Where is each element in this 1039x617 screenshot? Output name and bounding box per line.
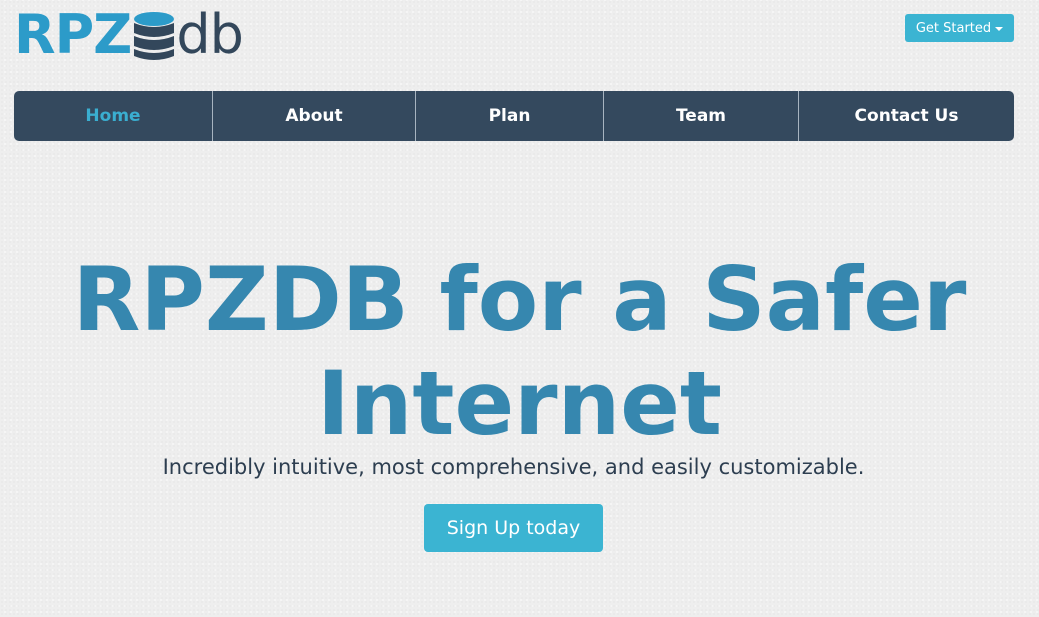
hero-title: RPZDB for a Safer Internet — [72, 248, 967, 455]
logo-text-db: db — [176, 3, 244, 66]
get-started-label: Get Started — [915, 20, 992, 36]
get-started-button[interactable]: Get Started — [905, 14, 1014, 42]
hero-subtitle: Incredibly intuitive, most comprehensive… — [162, 455, 865, 479]
logo[interactable]: RPZ db — [14, 3, 244, 66]
nav-item-contact-us[interactable]: Contact Us — [799, 91, 1014, 141]
logo-text-rpz: RPZ — [14, 3, 132, 66]
caret-down-icon — [995, 26, 1004, 31]
sign-up-button[interactable]: Sign Up today — [424, 504, 603, 552]
nav-item-home[interactable]: Home — [14, 91, 213, 141]
main-navbar: Home About Plan Team Contact Us — [14, 91, 1014, 141]
nav-item-plan[interactable]: Plan — [416, 91, 604, 141]
database-icon — [133, 11, 175, 63]
nav-item-about[interactable]: About — [213, 91, 416, 141]
nav-item-team[interactable]: Team — [604, 91, 799, 141]
